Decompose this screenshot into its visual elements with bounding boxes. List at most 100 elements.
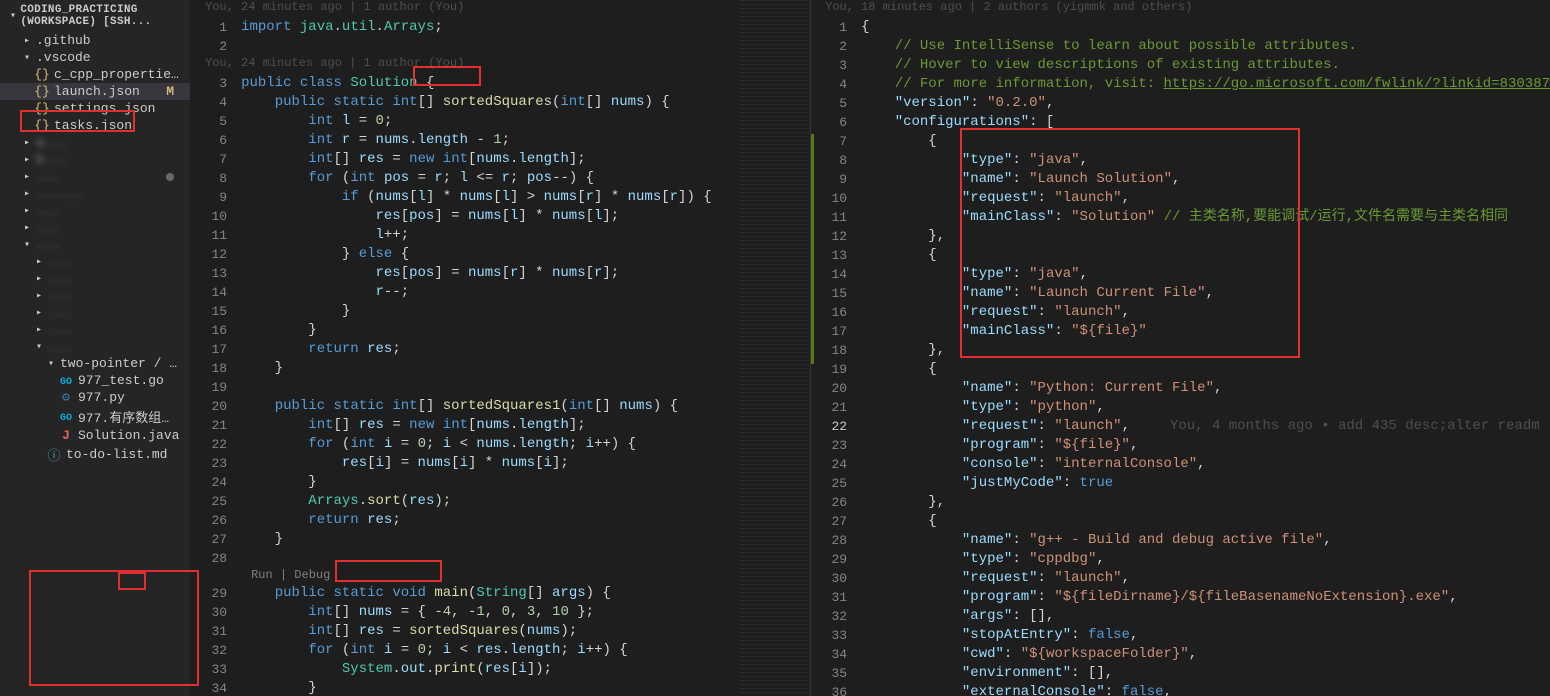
folder-item[interactable]: ▾... <box>0 236 190 253</box>
code-line[interactable]: 4 // For more information, visit: https:… <box>811 75 1550 94</box>
code-line[interactable]: 25 Arrays.sort(res); <box>191 492 810 511</box>
folder-item[interactable]: ▸... <box>0 253 190 270</box>
code-line[interactable]: 26 return res; <box>191 511 810 530</box>
code-line[interactable]: 16 "request": "launch", <box>811 303 1550 322</box>
file-item[interactable]: {}launch.jsonM <box>0 83 190 100</box>
file-item[interactable]: {}c_cpp_properties.json <box>0 66 190 83</box>
file-item[interactable]: ⓘto-do-list.md <box>0 444 190 465</box>
code-line[interactable]: 18 }, <box>811 341 1550 360</box>
code-line[interactable]: 20 public static int[] sortedSquares1(in… <box>191 397 810 416</box>
code-line[interactable]: 30 "request": "launch", <box>811 569 1550 588</box>
code-line[interactable]: 12 }, <box>811 227 1550 246</box>
code-line[interactable]: 11 "mainClass": "Solution" // 主类名称,要能调试/… <box>811 208 1550 227</box>
file-tree[interactable]: ▸.github▾.vscode{}c_cpp_properties.json{… <box>0 32 190 465</box>
folder-item[interactable]: ▸b... <box>0 151 190 168</box>
folder-item[interactable]: ▾.vscode <box>0 49 190 66</box>
folder-item[interactable]: ▸... <box>0 321 190 338</box>
codelens-debug[interactable]: Debug <box>294 568 330 582</box>
code-line[interactable]: 32 for (int i = 0; i < res.length; i++) … <box>191 641 810 660</box>
code-line[interactable]: 2 <box>191 37 810 56</box>
code-line[interactable]: 5 "version": "0.2.0", <box>811 94 1550 113</box>
code-line[interactable]: 25 "justMyCode": true <box>811 474 1550 493</box>
code-area[interactable]: 1{2 // Use IntelliSense to learn about p… <box>811 18 1550 696</box>
codelens-run[interactable]: Run <box>251 568 273 582</box>
code-line[interactable]: 17 "mainClass": "${file}" <box>811 322 1550 341</box>
code-line[interactable]: 23 "program": "${file}", <box>811 436 1550 455</box>
code-line[interactable]: 30 int[] nums = { -4, -1, 0, 3, 10 }; <box>191 603 810 622</box>
code-line[interactable]: 28 "name": "g++ - Build and debug active… <box>811 531 1550 550</box>
code-line[interactable]: 20 "name": "Python: Current File", <box>811 379 1550 398</box>
file-explorer-sidebar[interactable]: ▾ CODING_PRACTICING (WORKSPACE) [SSH... … <box>0 0 191 696</box>
code-line[interactable]: 6 "configurations": [ <box>811 113 1550 132</box>
code-line[interactable]: 29 "type": "cppdbg", <box>811 550 1550 569</box>
file-item[interactable]: JSolution.java <box>0 427 190 444</box>
folder-item[interactable]: ▸... <box>0 202 190 219</box>
code-line[interactable]: 8 for (int pos = r; l <= r; pos--) { <box>191 169 810 188</box>
code-line[interactable]: 10 "request": "launch", <box>811 189 1550 208</box>
file-item[interactable]: {}tasks.json <box>0 117 190 134</box>
code-line[interactable]: 35 "environment": [], <box>811 664 1550 683</box>
code-line[interactable]: 33 System.out.print(res[i]); <box>191 660 810 679</box>
code-line[interactable]: 14 "type": "java", <box>811 265 1550 284</box>
code-line[interactable]: 34 } <box>191 679 810 696</box>
code-line[interactable]: 6 int r = nums.length - 1; <box>191 131 810 150</box>
code-line[interactable]: 27 } <box>191 530 810 549</box>
code-line[interactable]: 4 public static int[] sortedSquares(int[… <box>191 93 810 112</box>
code-line[interactable]: 14 r--; <box>191 283 810 302</box>
code-line[interactable]: 31 int[] res = sortedSquares(nums); <box>191 622 810 641</box>
code-line[interactable]: 13 { <box>811 246 1550 265</box>
code-line[interactable]: 3public class Solution { <box>191 74 810 93</box>
code-line[interactable]: 28 <box>191 549 810 568</box>
code-line[interactable]: 19 <box>191 378 810 397</box>
code-line[interactable]: 26 }, <box>811 493 1550 512</box>
code-line[interactable]: 5 int l = 0; <box>191 112 810 131</box>
code-line[interactable]: 13 res[pos] = nums[r] * nums[r]; <box>191 264 810 283</box>
code-line[interactable]: 1import java.util.Arrays; <box>191 18 810 37</box>
code-line[interactable]: 36 "externalConsole": false, <box>811 683 1550 696</box>
code-line[interactable]: 16 } <box>191 321 810 340</box>
codelens[interactable]: Run | Debug <box>191 568 810 584</box>
code-line[interactable]: 22 "request": "launch",You, 4 months ago… <box>811 417 1550 436</box>
minimap[interactable] <box>740 0 810 696</box>
file-item[interactable]: {}settings.json <box>0 100 190 117</box>
code-line[interactable]: 7 { <box>811 132 1550 151</box>
file-item[interactable]: GO977.有序数组的平方.go <box>0 406 190 427</box>
code-line[interactable]: 27 { <box>811 512 1550 531</box>
folder-item[interactable]: ▸... <box>0 219 190 236</box>
folder-item[interactable]: ▸a... <box>0 134 190 151</box>
folder-item[interactable]: ▸... <box>0 168 190 185</box>
code-line[interactable]: 12 } else { <box>191 245 810 264</box>
code-line[interactable]: 11 l++; <box>191 226 810 245</box>
file-item[interactable]: GO977_test.go <box>0 372 190 389</box>
editor-right-pane[interactable]: You, 18 minutes ago | 2 authors (yigmmk … <box>811 0 1550 696</box>
code-line[interactable]: 21 "type": "python", <box>811 398 1550 417</box>
code-line[interactable]: 19 { <box>811 360 1550 379</box>
code-line[interactable]: 24 "console": "internalConsole", <box>811 455 1550 474</box>
code-line[interactable]: 24 } <box>191 473 810 492</box>
folder-item[interactable]: ▾... <box>0 338 190 355</box>
folder-item[interactable]: ▸...... <box>0 185 190 202</box>
folder-item[interactable]: ▸.github <box>0 32 190 49</box>
code-line[interactable]: 10 res[pos] = nums[l] * nums[l]; <box>191 207 810 226</box>
folder-item[interactable]: ▸... <box>0 287 190 304</box>
code-line[interactable]: 21 int[] res = new int[nums.length]; <box>191 416 810 435</box>
code-line[interactable]: 15 "name": "Launch Current File", <box>811 284 1550 303</box>
code-line[interactable]: 23 res[i] = nums[i] * nums[i]; <box>191 454 810 473</box>
code-line[interactable]: 1{ <box>811 18 1550 37</box>
folder-item[interactable]: ▾two-pointer / 977 <box>0 355 190 372</box>
code-line[interactable]: 34 "cwd": "${workspaceFolder}", <box>811 645 1550 664</box>
code-line[interactable]: 31 "program": "${fileDirname}/${fileBase… <box>811 588 1550 607</box>
code-line[interactable]: 7 int[] res = new int[nums.length]; <box>191 150 810 169</box>
file-item[interactable]: ⚙977.py <box>0 389 190 406</box>
folder-item[interactable]: ▸... <box>0 304 190 321</box>
code-line[interactable]: 8 "type": "java", <box>811 151 1550 170</box>
code-line[interactable]: 18 } <box>191 359 810 378</box>
code-line[interactable]: 2 // Use IntelliSense to learn about pos… <box>811 37 1550 56</box>
code-line[interactable]: 22 for (int i = 0; i < nums.length; i++)… <box>191 435 810 454</box>
code-line[interactable]: 9 if (nums[l] * nums[l] > nums[r] * nums… <box>191 188 810 207</box>
code-line[interactable]: 29 public static void main(String[] args… <box>191 584 810 603</box>
editor-left-pane[interactable]: You, 24 minutes ago | 1 author (You) 1im… <box>191 0 811 696</box>
code-line[interactable]: 33 "stopAtEntry": false, <box>811 626 1550 645</box>
folder-item[interactable]: ▸... <box>0 270 190 287</box>
code-line[interactable]: 15 } <box>191 302 810 321</box>
